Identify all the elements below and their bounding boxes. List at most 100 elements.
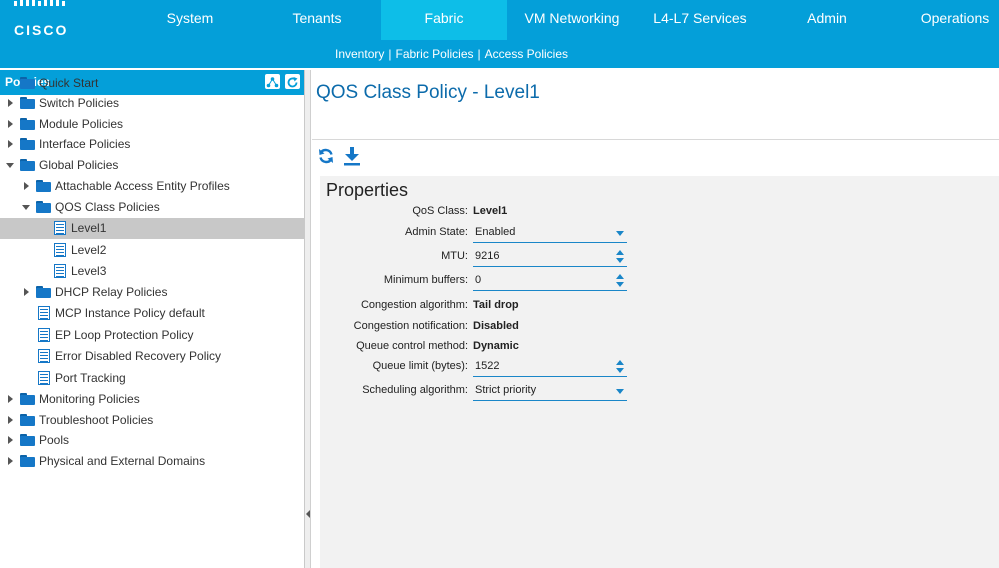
subnav-inventory[interactable]: Inventory	[335, 47, 384, 61]
tree-item[interactable]: Port Tracking	[0, 368, 304, 389]
property-spinner[interactable]: 1522	[473, 357, 627, 377]
policy-doc-icon	[38, 328, 50, 342]
property-label: Queue control method:	[356, 340, 468, 352]
folder-icon	[36, 201, 51, 213]
tree-item-label: Error Disabled Recovery Policy	[55, 349, 222, 363]
refresh-icon[interactable]	[316, 146, 336, 166]
property-label: Congestion notification:	[353, 320, 468, 332]
tree-item[interactable]: Quick Start	[0, 73, 304, 94]
panel-splitter[interactable]	[305, 70, 311, 568]
tree-item-label: Quick Start	[39, 76, 99, 90]
property-row: Scheduling algorithm: Strict priority	[320, 381, 999, 401]
spinner-arrows-icon[interactable]	[616, 274, 624, 288]
property-row: Congestion notification: Disabled	[320, 317, 999, 337]
tree-item-label: Global Policies	[39, 158, 119, 172]
tree-item[interactable]: EP Loop Protection Policy	[0, 325, 304, 346]
tab-tenants[interactable]: Tenants	[253, 0, 381, 40]
spinner-arrows-icon[interactable]	[616, 250, 624, 264]
policies-navigation-panel: Policies Quick Start Switch Policies Modul…	[0, 70, 305, 568]
tree-item[interactable]: Pools	[0, 430, 304, 451]
property-label: Admin State:	[405, 226, 468, 238]
property-spinner[interactable]: 9216	[473, 247, 627, 267]
tree-item-label: Troubleshoot Policies	[39, 413, 154, 427]
property-row: Congestion algorithm: Tail drop	[320, 296, 999, 316]
cisco-logo-text: cisco	[14, 22, 69, 38]
subnav-fabric-policies[interactable]: Fabric Policies	[395, 47, 473, 61]
tree-item[interactable]: Physical and External Domains	[0, 451, 304, 472]
subnav-separator: |	[477, 47, 481, 61]
download-icon[interactable]	[342, 146, 362, 166]
subnav-access-policies[interactable]: Access Policies	[485, 47, 568, 61]
tree-item[interactable]: MCP Instance Policy default	[0, 303, 304, 324]
caret-right-icon[interactable]	[6, 134, 16, 155]
property-spinner[interactable]: 0	[473, 271, 627, 291]
property-row: Queue control method: Dynamic	[320, 337, 999, 357]
caret-right-icon[interactable]	[6, 93, 16, 114]
tree-item[interactable]: Troubleshoot Policies	[0, 410, 304, 431]
property-field-value: Enabled	[475, 226, 516, 238]
caret-right-icon[interactable]	[6, 114, 16, 135]
tree-item[interactable]: Level1	[0, 218, 304, 239]
property-label: MTU:	[441, 250, 468, 262]
property-dropdown[interactable]: Strict priority	[473, 381, 627, 401]
tree-item[interactable]: Module Policies	[0, 114, 304, 135]
tree-item[interactable]: Level2	[0, 240, 304, 261]
tree-item[interactable]: QOS Class Policies	[0, 197, 304, 218]
property-dropdown[interactable]: Enabled	[473, 223, 627, 243]
folder-icon	[20, 97, 35, 109]
chevron-down-icon[interactable]	[616, 389, 624, 394]
tree-item[interactable]: Error Disabled Recovery Policy	[0, 346, 304, 367]
folder-icon	[20, 138, 35, 150]
properties-panel: Properties QoS Class: Level1 Admin State: E…	[320, 176, 999, 568]
tree-item[interactable]: Level3	[0, 261, 304, 282]
tree-item[interactable]: Attachable Access Entity Profiles	[0, 176, 304, 197]
tab-l4-l7-services[interactable]: L4-L7 Services	[637, 0, 763, 40]
tab-fabric[interactable]: Fabric	[381, 0, 507, 40]
property-value: Tail drop	[473, 299, 519, 311]
tree-item[interactable]: Switch Policies	[0, 93, 304, 114]
folder-icon	[20, 414, 35, 426]
tree-item[interactable]: Global Policies	[0, 155, 304, 176]
policy-doc-icon	[54, 243, 66, 257]
tree-item[interactable]: Interface Policies	[0, 134, 304, 155]
tree-item-label: Interface Policies	[39, 137, 131, 151]
caret-right-icon[interactable]	[6, 451, 16, 472]
folder-icon	[36, 286, 51, 298]
tree-item-label: MCP Instance Policy default	[55, 306, 205, 320]
tree-item-label: Pools	[39, 433, 70, 447]
tree-item-label: Attachable Access Entity Profiles	[55, 179, 230, 193]
caret-right-icon[interactable]	[22, 282, 32, 303]
tab-vm-networking[interactable]: VM Networking	[507, 0, 637, 40]
page-title: QOS Class Policy - Level1	[316, 82, 540, 103]
tab-admin[interactable]: Admin	[763, 0, 891, 40]
tree-item-label: Level2	[71, 243, 107, 257]
caret-right-icon[interactable]	[6, 430, 16, 451]
chevron-down-icon[interactable]	[616, 231, 624, 236]
tree-item-label: EP Loop Protection Policy	[55, 328, 194, 342]
caret-down-icon[interactable]	[6, 155, 16, 176]
caret-down-icon[interactable]	[22, 197, 32, 218]
tab-system[interactable]: System	[127, 0, 253, 40]
property-row: QoS Class: Level1	[320, 202, 999, 222]
property-label: Minimum buffers:	[383, 274, 468, 286]
tree-item[interactable]: Monitoring Policies	[0, 389, 304, 410]
property-field-value: Strict priority	[475, 384, 537, 396]
policy-doc-icon	[38, 371, 50, 385]
property-label: Queue limit (bytes):	[372, 360, 468, 372]
property-row: Minimum buffers: 0	[320, 271, 999, 291]
tree-item-label: Port Tracking	[55, 371, 126, 385]
property-field-value: 0	[475, 274, 482, 286]
property-value: Level1	[473, 205, 508, 217]
main-content: QOS Class Policy - Level1 Properties QoS…	[312, 70, 999, 568]
caret-right-icon[interactable]	[6, 410, 16, 431]
tree-item[interactable]: DHCP Relay Policies	[0, 282, 304, 303]
folder-icon	[20, 118, 35, 130]
tree-item-label: Switch Policies	[39, 96, 120, 110]
policy-doc-icon	[38, 349, 50, 363]
caret-right-icon[interactable]	[22, 176, 32, 197]
spinner-arrows-icon[interactable]	[616, 360, 624, 374]
tab-operations[interactable]: Operations	[891, 0, 999, 40]
property-field-value: 9216	[475, 250, 500, 262]
tree-item-label: Monitoring Policies	[39, 392, 140, 406]
caret-right-icon[interactable]	[6, 389, 16, 410]
